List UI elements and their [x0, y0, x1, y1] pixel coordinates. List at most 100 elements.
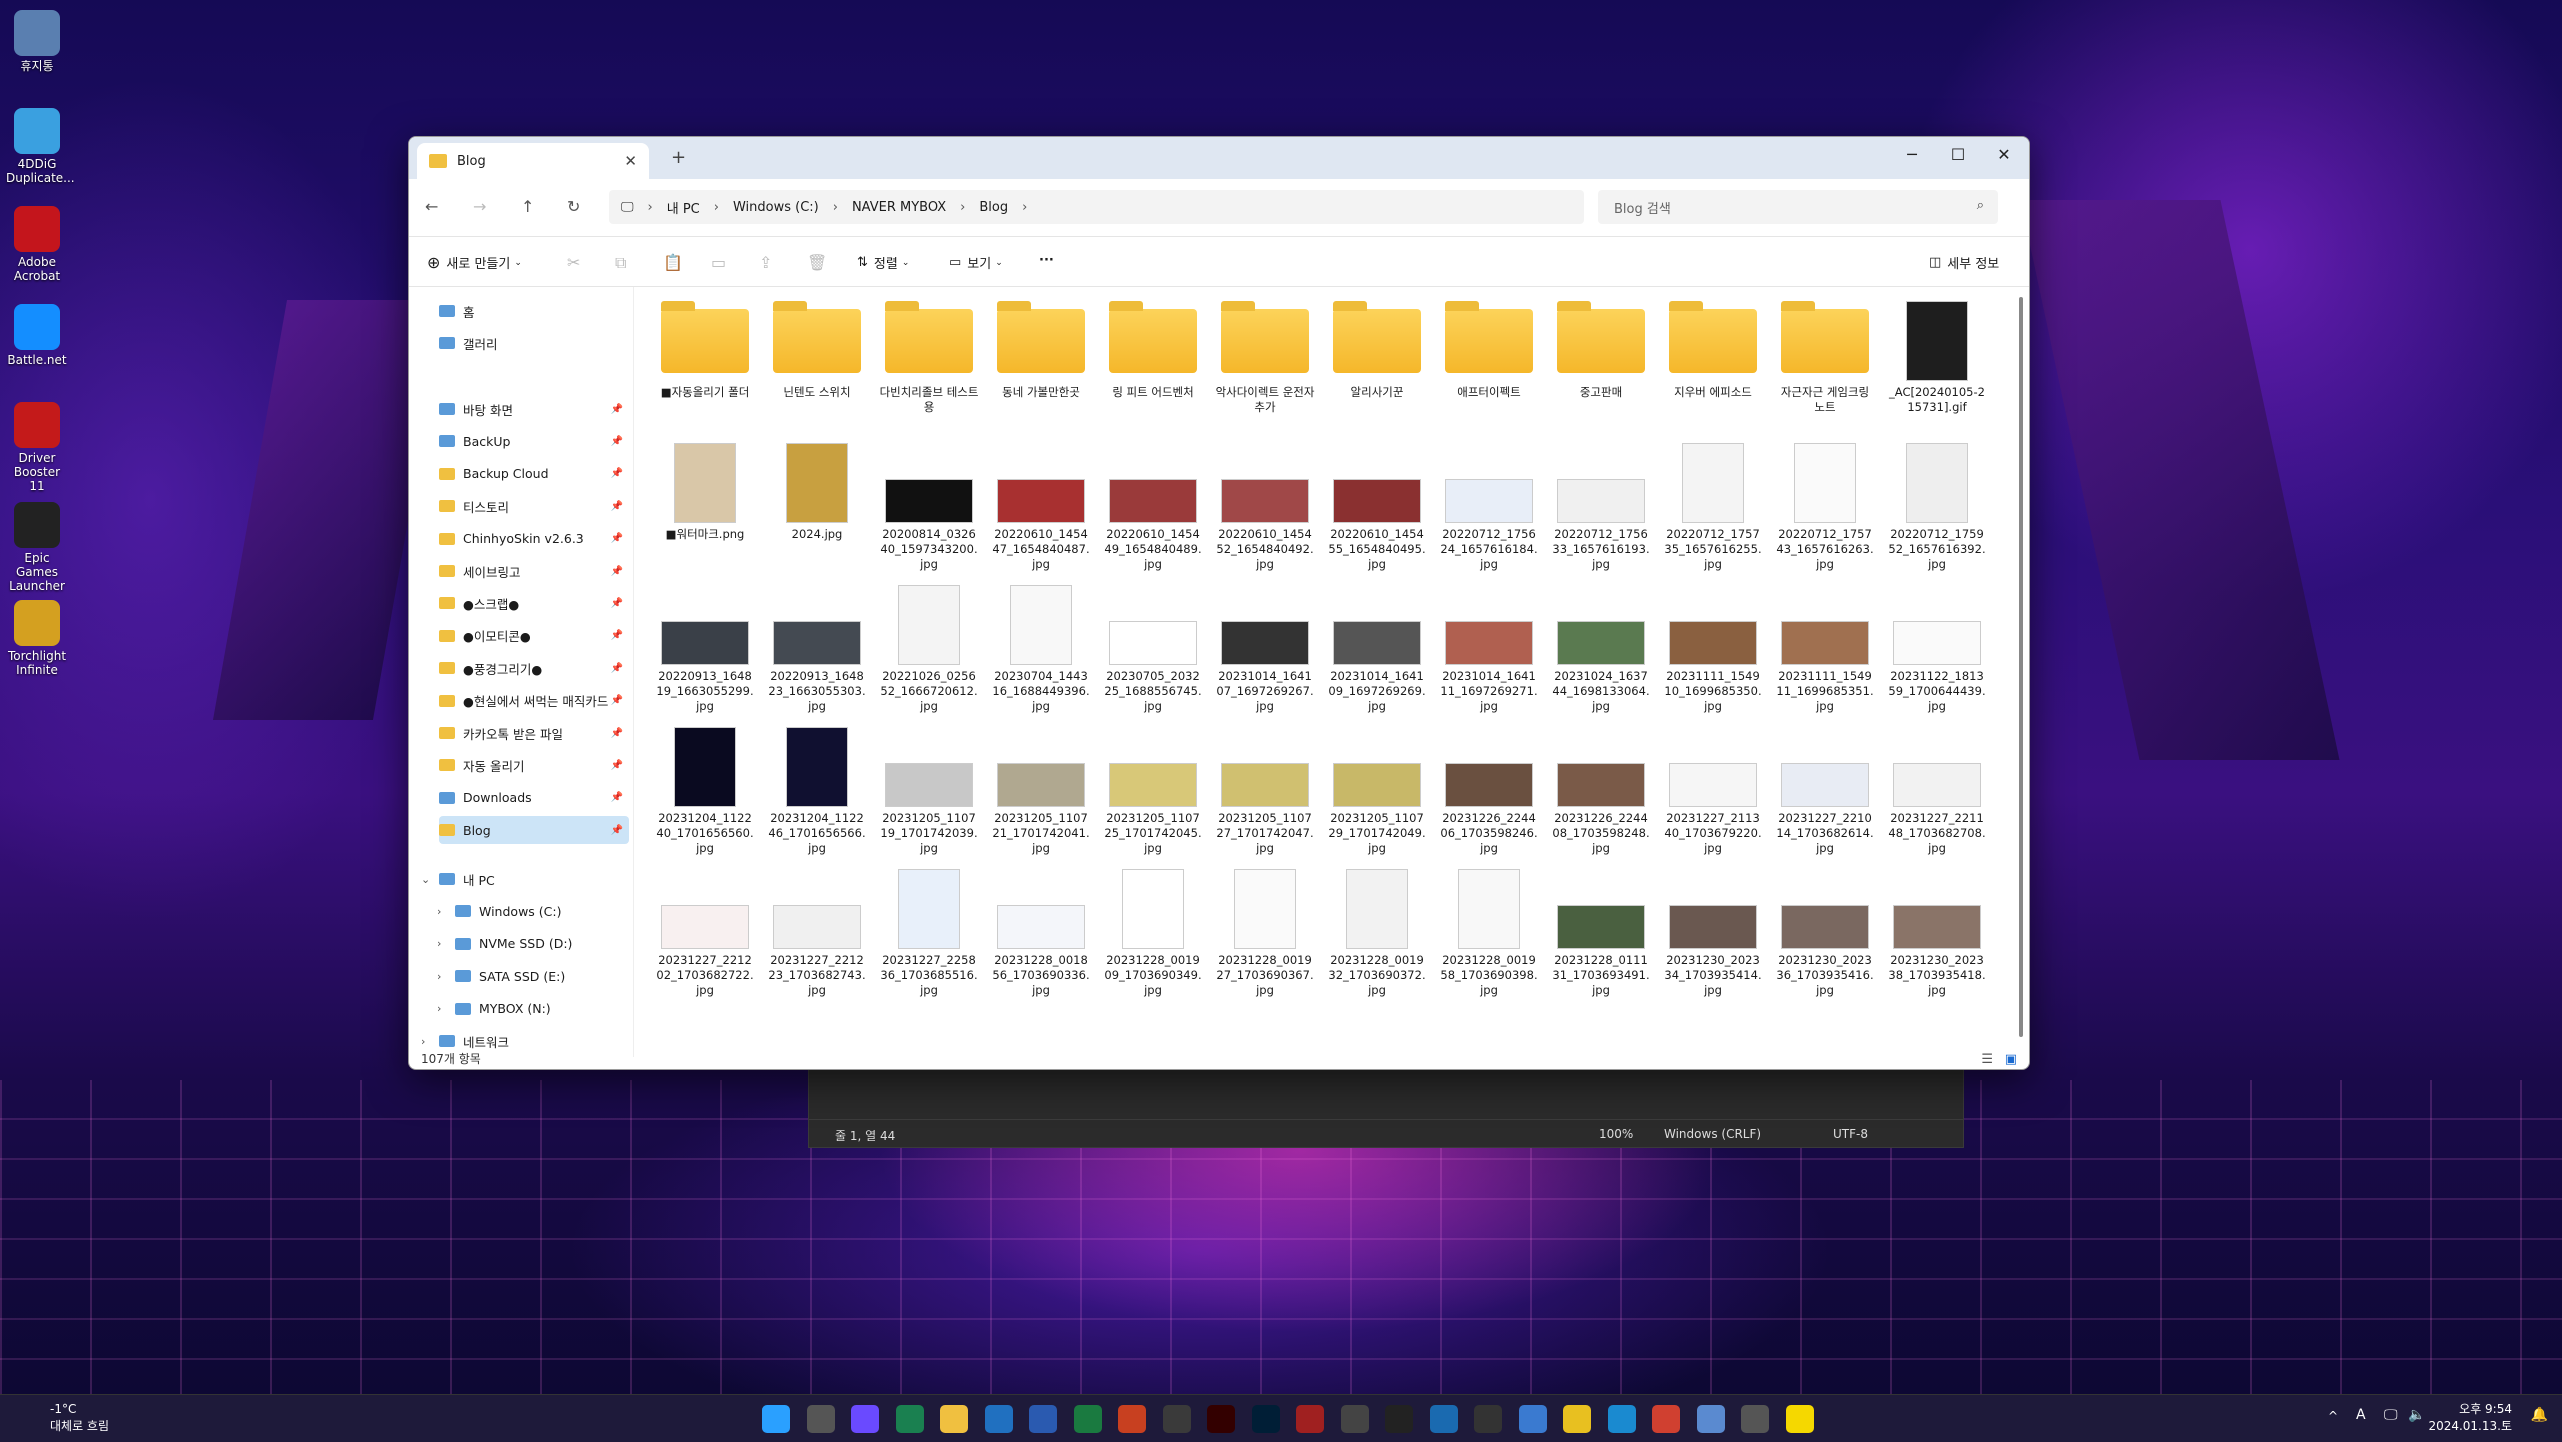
word-icon[interactable] [1029, 1405, 1057, 1433]
edge-icon[interactable] [1607, 1405, 1636, 1433]
file-item[interactable]: 20220610_145447_1654840487.jpg [985, 443, 1097, 585]
desktop-icon-epic-games[interactable]: Epic Games Launcher [6, 502, 68, 593]
weather-widget[interactable]: -1°C 대체로 흐림 [20, 1401, 109, 1435]
start-button-icon[interactable] [762, 1405, 790, 1433]
sidebar-item[interactable]: ChinhyoSkin v2.6.3 📌 [439, 525, 629, 553]
sidebar-item[interactable]: 티스토리 📌 [439, 492, 629, 520]
file-item[interactable]: 20231205_110729_1701742049.jpg [1321, 727, 1433, 869]
pin-icon[interactable]: 📌 [611, 630, 623, 641]
pin-icon[interactable]: 📌 [611, 501, 623, 512]
pin-icon[interactable]: 📌 [611, 533, 623, 544]
more-options-button[interactable]: ··· [1039, 253, 1054, 268]
file-item[interactable]: 20231205_110719_1701742039.jpg [873, 727, 985, 869]
scrollbar[interactable] [2019, 297, 2023, 1037]
file-item[interactable]: 20231227_221202_1703682722.jpg [649, 869, 761, 1011]
app-red-icon[interactable] [1296, 1405, 1324, 1433]
zoom-level[interactable]: 100% [1599, 1127, 1633, 1141]
sidebar-item[interactable]: › SATA SSD (E:) [437, 962, 629, 990]
sidebar-item[interactable]: › Windows (C:) [437, 897, 629, 925]
file-item[interactable]: 20231111_154910_1699685350.jpg [1657, 585, 1769, 727]
desktop-icon-battlenet[interactable]: Battle.net [6, 304, 68, 367]
pin-icon[interactable]: 📌 [611, 825, 623, 836]
file-item[interactable]: 2024.jpg [761, 443, 873, 585]
new-tab-button[interactable]: + [671, 147, 686, 168]
desktop-icon-acrobat[interactable]: Adobe Acrobat [6, 206, 68, 283]
file-item[interactable]: 20220712_175633_1657616193.jpg [1545, 443, 1657, 585]
share-icon[interactable]: ⇪ [759, 253, 772, 272]
folder-item[interactable]: 자근자근 게임크링 노트 [1769, 301, 1881, 443]
maximize-button[interactable]: ☐ [1935, 145, 1981, 164]
file-item[interactable]: 20200814_032640_1597343200.jpg [873, 443, 985, 585]
expand-chevron-icon[interactable]: › [421, 1035, 425, 1048]
file-item[interactable]: 20231204_112240_1701656560.jpg [649, 727, 761, 869]
file-item[interactable]: 20220610_145455_1654840495.jpg [1321, 443, 1433, 585]
file-item[interactable]: 20220610_145449_1654840489.jpg [1097, 443, 1209, 585]
app-cam-icon[interactable] [1340, 1405, 1369, 1433]
file-item[interactable]: 20231226_224406_1703598246.jpg [1433, 727, 1545, 869]
address-bar[interactable]: 🖵 › 내 PC › Windows (C:) › NAVER MYBOX › Blog… [609, 190, 1584, 224]
sidebar-item[interactable]: 세이브링고 📌 [439, 557, 629, 585]
file-item[interactable]: 20220712_175743_1657616263.jpg [1769, 443, 1881, 585]
file-item[interactable]: 20230705_203225_1688556745.jpg [1097, 585, 1209, 727]
app-globe-icon[interactable] [1696, 1405, 1725, 1433]
pin-icon[interactable]: 📌 [611, 598, 623, 609]
file-item[interactable]: _AC[20240105-215731].gif [1881, 301, 1993, 443]
folder-item[interactable]: 다빈치리졸브 테스트용 [873, 301, 985, 443]
file-item[interactable]: 20231014_164109_1697269269.jpg [1321, 585, 1433, 727]
file-item[interactable]: 20231228_011131_1703693491.jpg [1545, 869, 1657, 1011]
file-item[interactable]: 20231024_163744_1698133064.jpg [1545, 585, 1657, 727]
sidebar-item[interactable]: 자동 올리기 📌 [439, 751, 629, 779]
close-button[interactable]: ✕ [1981, 145, 2027, 164]
folder-item[interactable]: 애프터이펙트 [1433, 301, 1545, 443]
folder-item[interactable]: 링 피트 어드벤처 [1097, 301, 1209, 443]
upnote-icon[interactable] [895, 1405, 924, 1433]
tray-overflow-icon[interactable]: ^ [2328, 1409, 2338, 1423]
breadcrumb-c[interactable]: Windows (C:) [733, 200, 819, 215]
folder-item[interactable]: 중고판매 [1545, 301, 1657, 443]
desktop-icon-driver-booster[interactable]: Driver Booster 11 [6, 402, 68, 493]
pin-icon[interactable]: 📌 [611, 663, 623, 674]
photoshop-icon[interactable] [1251, 1405, 1280, 1433]
details-pane-button[interactable]: ◫ 세부 정보 [1929, 253, 1999, 272]
file-item[interactable]: ■워터마크.png [649, 443, 761, 585]
expand-chevron-icon[interactable]: › [437, 937, 441, 950]
file-item[interactable]: 20231205_110727_1701742047.jpg [1209, 727, 1321, 869]
tab-blog[interactable]: Blog ✕ [417, 143, 649, 179]
folder-item[interactable]: 알리사기꾼 [1321, 301, 1433, 443]
file-item[interactable]: 20220712_175735_1657616255.jpg [1657, 443, 1769, 585]
davinci-icon[interactable] [1162, 1405, 1191, 1433]
new-button[interactable]: ⊕ 새로 만들기 ⌄ [427, 253, 522, 272]
search-input[interactable]: Blog 검색 ⌕ [1598, 190, 1998, 224]
file-item[interactable]: 20220913_164819_1663055299.jpg [649, 585, 761, 727]
pin-icon[interactable]: 📌 [611, 404, 623, 415]
folder-item[interactable]: ■자동올리기 폴더 [649, 301, 761, 443]
delete-icon[interactable]: 🗑 [807, 253, 827, 272]
notification-icon[interactable]: 🔔 [2531, 1407, 2548, 1423]
file-item[interactable]: 20231014_164111_1697269271.jpg [1433, 585, 1545, 727]
clock[interactable]: 오후 9:54 2024.01.13.토 [2428, 1401, 2512, 1435]
file-item[interactable]: 20231228_001958_1703690398.jpg [1433, 869, 1545, 1011]
forward-icon[interactable]: → [473, 197, 486, 216]
file-item[interactable]: 20231122_181359_1700644439.jpg [1881, 585, 1993, 727]
minimize-button[interactable]: ─ [1889, 145, 1935, 164]
expand-chevron-icon[interactable]: › [437, 1002, 441, 1015]
cut-icon[interactable]: ✂ [567, 253, 580, 272]
breadcrumb-pc[interactable]: 내 PC [667, 198, 700, 217]
sidebar-item[interactable]: › MYBOX (N:) [437, 995, 629, 1023]
file-item[interactable]: 20231228_001856_1703690336.jpg [985, 869, 1097, 1011]
file-item[interactable]: 20231228_001932_1703690372.jpg [1321, 869, 1433, 1011]
notepad-icon[interactable] [1518, 1405, 1547, 1433]
pin-icon[interactable]: 📌 [611, 468, 623, 479]
pin-icon[interactable]: 📌 [611, 728, 623, 739]
sidebar-item[interactable]: BackUp 📌 [439, 427, 629, 455]
chrome-icon[interactable] [1652, 1405, 1680, 1433]
file-item[interactable]: 20231230_202338_1703935418.jpg [1881, 869, 1993, 1011]
calculator-icon[interactable] [1741, 1405, 1769, 1433]
file-item[interactable]: 20221026_025652_1666720612.jpg [873, 585, 985, 727]
file-item[interactable]: 20231227_221148_1703682708.jpg [1881, 727, 1993, 869]
folder-item[interactable]: 악사다이렉트 운전자 추가 [1209, 301, 1321, 443]
copilot-icon[interactable] [851, 1405, 879, 1433]
file-item[interactable]: 20231230_202334_1703935414.jpg [1657, 869, 1769, 1011]
file-item[interactable]: 20231227_221014_1703682614.jpg [1769, 727, 1881, 869]
volume-icon[interactable]: 🔈 [2408, 1407, 2425, 1423]
